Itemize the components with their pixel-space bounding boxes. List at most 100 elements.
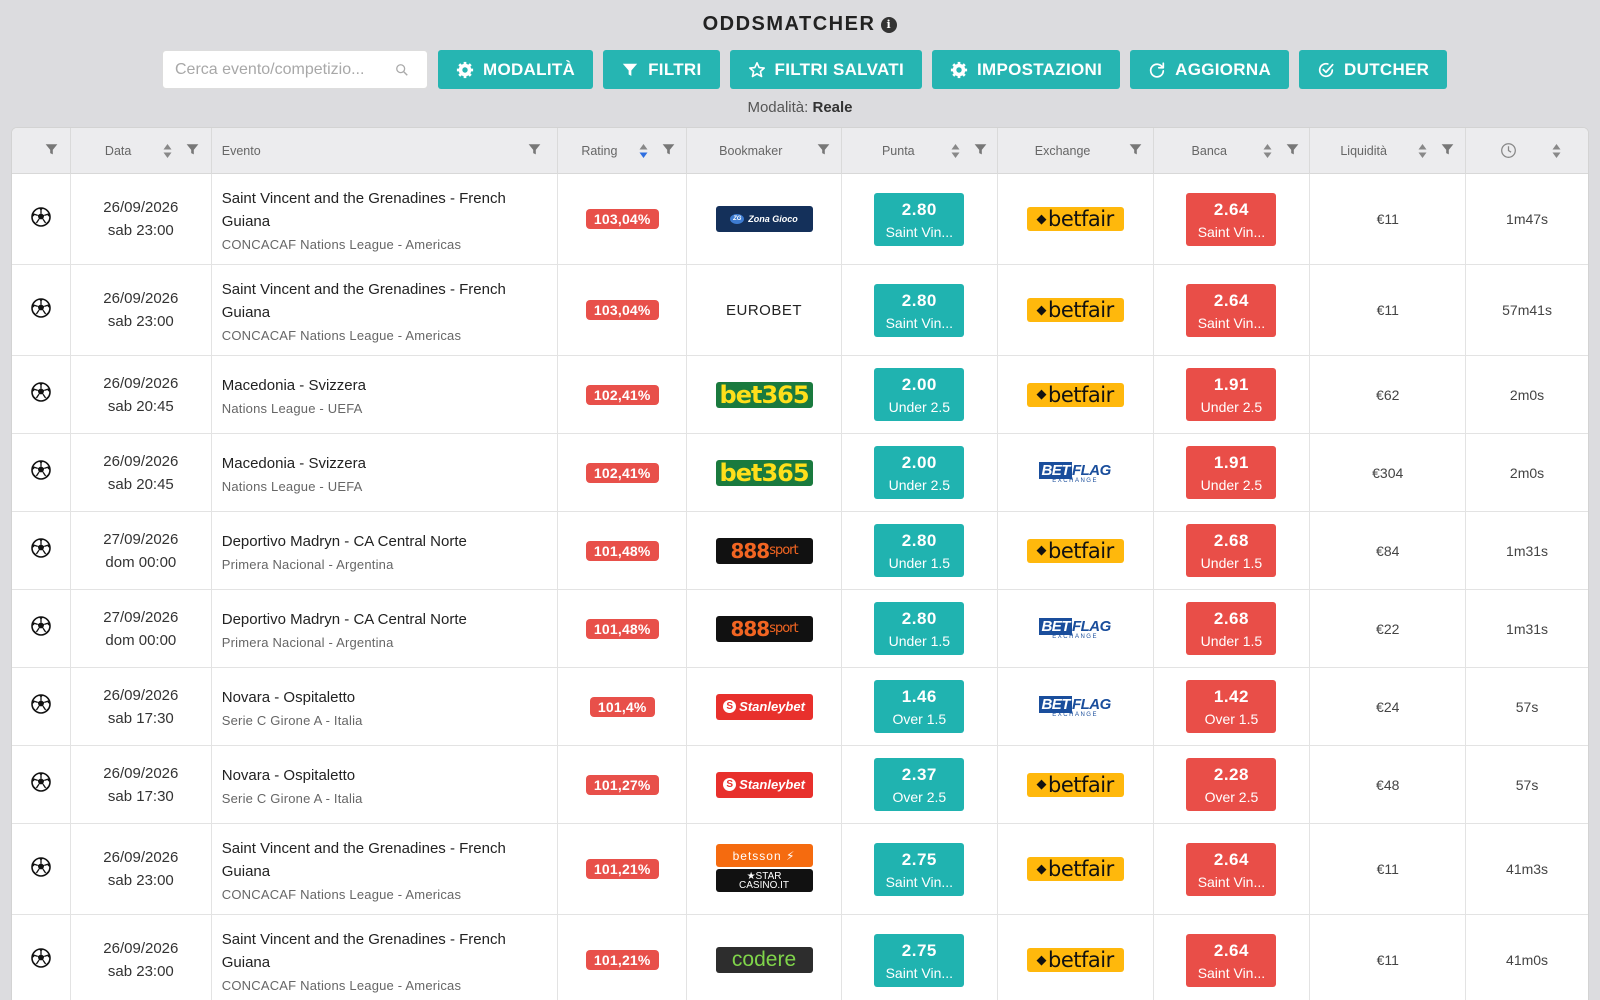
lay-odd-button[interactable]: 2.64 Saint Vin... xyxy=(1186,192,1277,246)
sort-icon[interactable] xyxy=(950,143,961,159)
lay-odd-button[interactable]: 1.91 Under 2.5 xyxy=(1186,446,1277,499)
bookmaker-cell[interactable]: EUROBET xyxy=(687,265,842,355)
bookmaker-cell[interactable]: betsson ⚡ ★STAR CASINO.IT xyxy=(687,824,842,914)
lay-odd-button[interactable]: 2.64 Saint Vin... xyxy=(1186,842,1277,896)
bookmaker-logo[interactable]: bet365 xyxy=(715,459,813,487)
event-cell[interactable]: Novara - Ospitaletto Serie C Girone A - I… xyxy=(212,668,559,745)
modalita-button[interactable]: MODALITÀ xyxy=(438,50,594,89)
exchange-cell[interactable]: ◆ betfair xyxy=(998,265,1154,355)
header-exchange[interactable]: Exchange xyxy=(998,128,1154,174)
table-row[interactable]: 27/09/2026 dom 00:00 Deportivo Madryn - CA… xyxy=(12,590,1588,668)
back-odd-button[interactable]: 2.00 Under 2.5 xyxy=(874,446,965,499)
filter-icon[interactable] xyxy=(817,143,830,156)
back-cell[interactable]: 2.80 Under 1.5 xyxy=(842,512,998,589)
lay-cell[interactable]: 1.42 Over 1.5 xyxy=(1154,668,1311,745)
exchange-cell[interactable]: ◆ betfair xyxy=(998,746,1154,823)
lay-cell[interactable]: 2.68 Under 1.5 xyxy=(1154,512,1311,589)
bookmaker-cell[interactable]: S Stanleybet xyxy=(687,668,842,745)
lay-odd-button[interactable]: 2.64 Saint Vin... xyxy=(1186,283,1277,337)
table-row[interactable]: 26/09/2026 sab 20:45 Macedonia - Svizzera N… xyxy=(12,356,1588,434)
bookmaker-logo[interactable]: 888 sport xyxy=(715,615,813,642)
header-age[interactable] xyxy=(1466,128,1588,174)
filtri-salvati-button[interactable]: FILTRI SALVATI xyxy=(729,50,923,89)
table-row[interactable]: 26/09/2026 sab 23:00 Saint Vincent and the… xyxy=(12,915,1588,1000)
exchange-logo[interactable]: ◆ betfair xyxy=(1026,538,1124,563)
event-name[interactable]: Deportivo Madryn - CA Central Norte xyxy=(222,530,467,553)
table-row[interactable]: 27/09/2026 dom 00:00 Deportivo Madryn - CA… xyxy=(12,512,1588,590)
back-odd-button[interactable]: 2.80 Saint Vin... xyxy=(874,283,965,337)
filter-icon[interactable] xyxy=(1286,143,1299,156)
table-row[interactable]: 26/09/2026 sab 23:00 Saint Vincent and the… xyxy=(12,174,1588,265)
lay-odd-button[interactable]: 2.64 Saint Vin... xyxy=(1186,933,1277,987)
header-bookmaker[interactable]: Bookmaker xyxy=(687,128,842,174)
back-cell[interactable]: 2.00 Under 2.5 xyxy=(842,356,998,433)
exchange-cell[interactable]: ◆ betfair xyxy=(998,174,1154,264)
event-name[interactable]: Macedonia - Svizzera xyxy=(222,452,366,475)
exchange-cell[interactable]: BET FLAG EXCHANGE xyxy=(998,668,1154,745)
exchange-logo[interactable]: ◆ betfair xyxy=(1026,948,1124,972)
event-cell[interactable]: Macedonia - Svizzera Nations League - UEF… xyxy=(212,356,559,433)
lay-odd-button[interactable]: 2.28 Over 2.5 xyxy=(1186,758,1277,811)
header-banca[interactable]: Banca xyxy=(1154,128,1311,174)
exchange-cell[interactable]: ◆ betfair xyxy=(998,915,1154,1000)
header-punta[interactable]: Punta xyxy=(842,128,998,174)
event-name[interactable]: Saint Vincent and the Grenadines - Frenc… xyxy=(222,928,558,974)
back-odd-button[interactable]: 1.46 Over 1.5 xyxy=(874,680,965,733)
dutcher-button[interactable]: DUTCHER xyxy=(1299,50,1448,89)
back-odd-button[interactable]: 2.80 Under 1.5 xyxy=(874,602,965,655)
event-name[interactable]: Saint Vincent and the Grenadines - Frenc… xyxy=(222,278,558,324)
table-row[interactable]: 26/09/2026 sab 17:30 Novara - Ospitaletto S… xyxy=(12,668,1588,746)
exchange-logo[interactable]: ◆ betfair xyxy=(1026,207,1124,231)
lay-cell[interactable]: 2.64 Saint Vin... xyxy=(1154,915,1311,1000)
event-name[interactable]: Novara - Ospitaletto xyxy=(222,764,363,787)
lay-odd-button[interactable]: 2.68 Under 1.5 xyxy=(1186,524,1277,577)
back-odd-button[interactable]: 2.75 Saint Vin... xyxy=(874,933,965,987)
sort-icon[interactable] xyxy=(1551,143,1562,159)
event-name[interactable]: Saint Vincent and the Grenadines - Frenc… xyxy=(222,187,558,233)
sort-desc-icon[interactable] xyxy=(638,143,649,159)
event-name[interactable]: Macedonia - Svizzera xyxy=(222,374,366,397)
bookmaker-logo[interactable]: bet365 xyxy=(715,381,813,409)
event-cell[interactable]: Saint Vincent and the Grenadines - Frenc… xyxy=(212,265,559,355)
bookmaker-cell[interactable]: bet365 xyxy=(687,434,842,511)
lay-odd-button[interactable]: 1.91 Under 2.5 xyxy=(1186,368,1277,421)
lay-cell[interactable]: 2.64 Saint Vin... xyxy=(1154,265,1311,355)
back-odd-button[interactable]: 2.80 Under 1.5 xyxy=(874,524,965,577)
aggiorna-button[interactable]: AGGIORNA xyxy=(1130,50,1290,89)
back-cell[interactable]: 2.80 Saint Vin... xyxy=(842,265,998,355)
event-cell[interactable]: Novara - Ospitaletto Serie C Girone A - I… xyxy=(212,746,559,823)
bookmaker-cell[interactable]: S Stanleybet xyxy=(687,746,842,823)
sort-icon[interactable] xyxy=(162,143,173,159)
event-cell[interactable]: Macedonia - Svizzera Nations League - UEF… xyxy=(212,434,559,511)
bookmaker-cell[interactable]: 888 sport xyxy=(687,590,842,667)
lay-odd-button[interactable]: 1.42 Over 1.5 xyxy=(1186,680,1277,733)
back-cell[interactable]: 2.75 Saint Vin... xyxy=(842,915,998,1000)
info-icon[interactable]: i xyxy=(881,17,898,33)
exchange-logo[interactable]: BET FLAG EXCHANGE xyxy=(1039,458,1111,488)
event-cell[interactable]: Saint Vincent and the Grenadines - Frenc… xyxy=(212,915,559,1000)
bookmaker-logo[interactable]: S Stanleybet xyxy=(715,693,813,720)
lay-cell[interactable]: 2.64 Saint Vin... xyxy=(1154,824,1311,914)
back-odd-button[interactable]: 2.37 Over 2.5 xyxy=(874,758,965,811)
back-cell[interactable]: 2.80 Under 1.5 xyxy=(842,590,998,667)
bookmaker-logo[interactable]: EUROBET xyxy=(716,297,813,323)
exchange-logo[interactable]: ◆ betfair xyxy=(1026,382,1124,407)
bookmaker-cell[interactable]: bet365 xyxy=(687,356,842,433)
back-odd-button[interactable]: 2.00 Under 2.5 xyxy=(874,368,965,421)
exchange-cell[interactable]: ◆ betfair xyxy=(998,356,1154,433)
event-cell[interactable]: Saint Vincent and the Grenadines - Frenc… xyxy=(212,824,559,914)
search-box[interactable] xyxy=(162,50,428,89)
event-cell[interactable]: Saint Vincent and the Grenadines - Frenc… xyxy=(212,174,559,264)
back-cell[interactable]: 2.00 Under 2.5 xyxy=(842,434,998,511)
lay-odd-button[interactable]: 2.68 Under 1.5 xyxy=(1186,602,1277,655)
lay-cell[interactable]: 1.91 Under 2.5 xyxy=(1154,434,1311,511)
back-cell[interactable]: 2.80 Saint Vin... xyxy=(842,174,998,264)
header-rating[interactable]: Rating xyxy=(558,128,688,174)
exchange-cell[interactable]: BET FLAG EXCHANGE xyxy=(998,590,1154,667)
filter-icon[interactable] xyxy=(45,143,58,156)
bookmaker-cell[interactable]: codere xyxy=(687,915,842,1000)
bookmaker-cell[interactable]: 888 sport xyxy=(687,512,842,589)
bookmaker-logo[interactable]: betsson ⚡ ★STAR CASINO.IT xyxy=(715,844,813,894)
header-liquidita[interactable]: Liquidità xyxy=(1310,128,1467,174)
filter-icon[interactable] xyxy=(974,143,987,156)
